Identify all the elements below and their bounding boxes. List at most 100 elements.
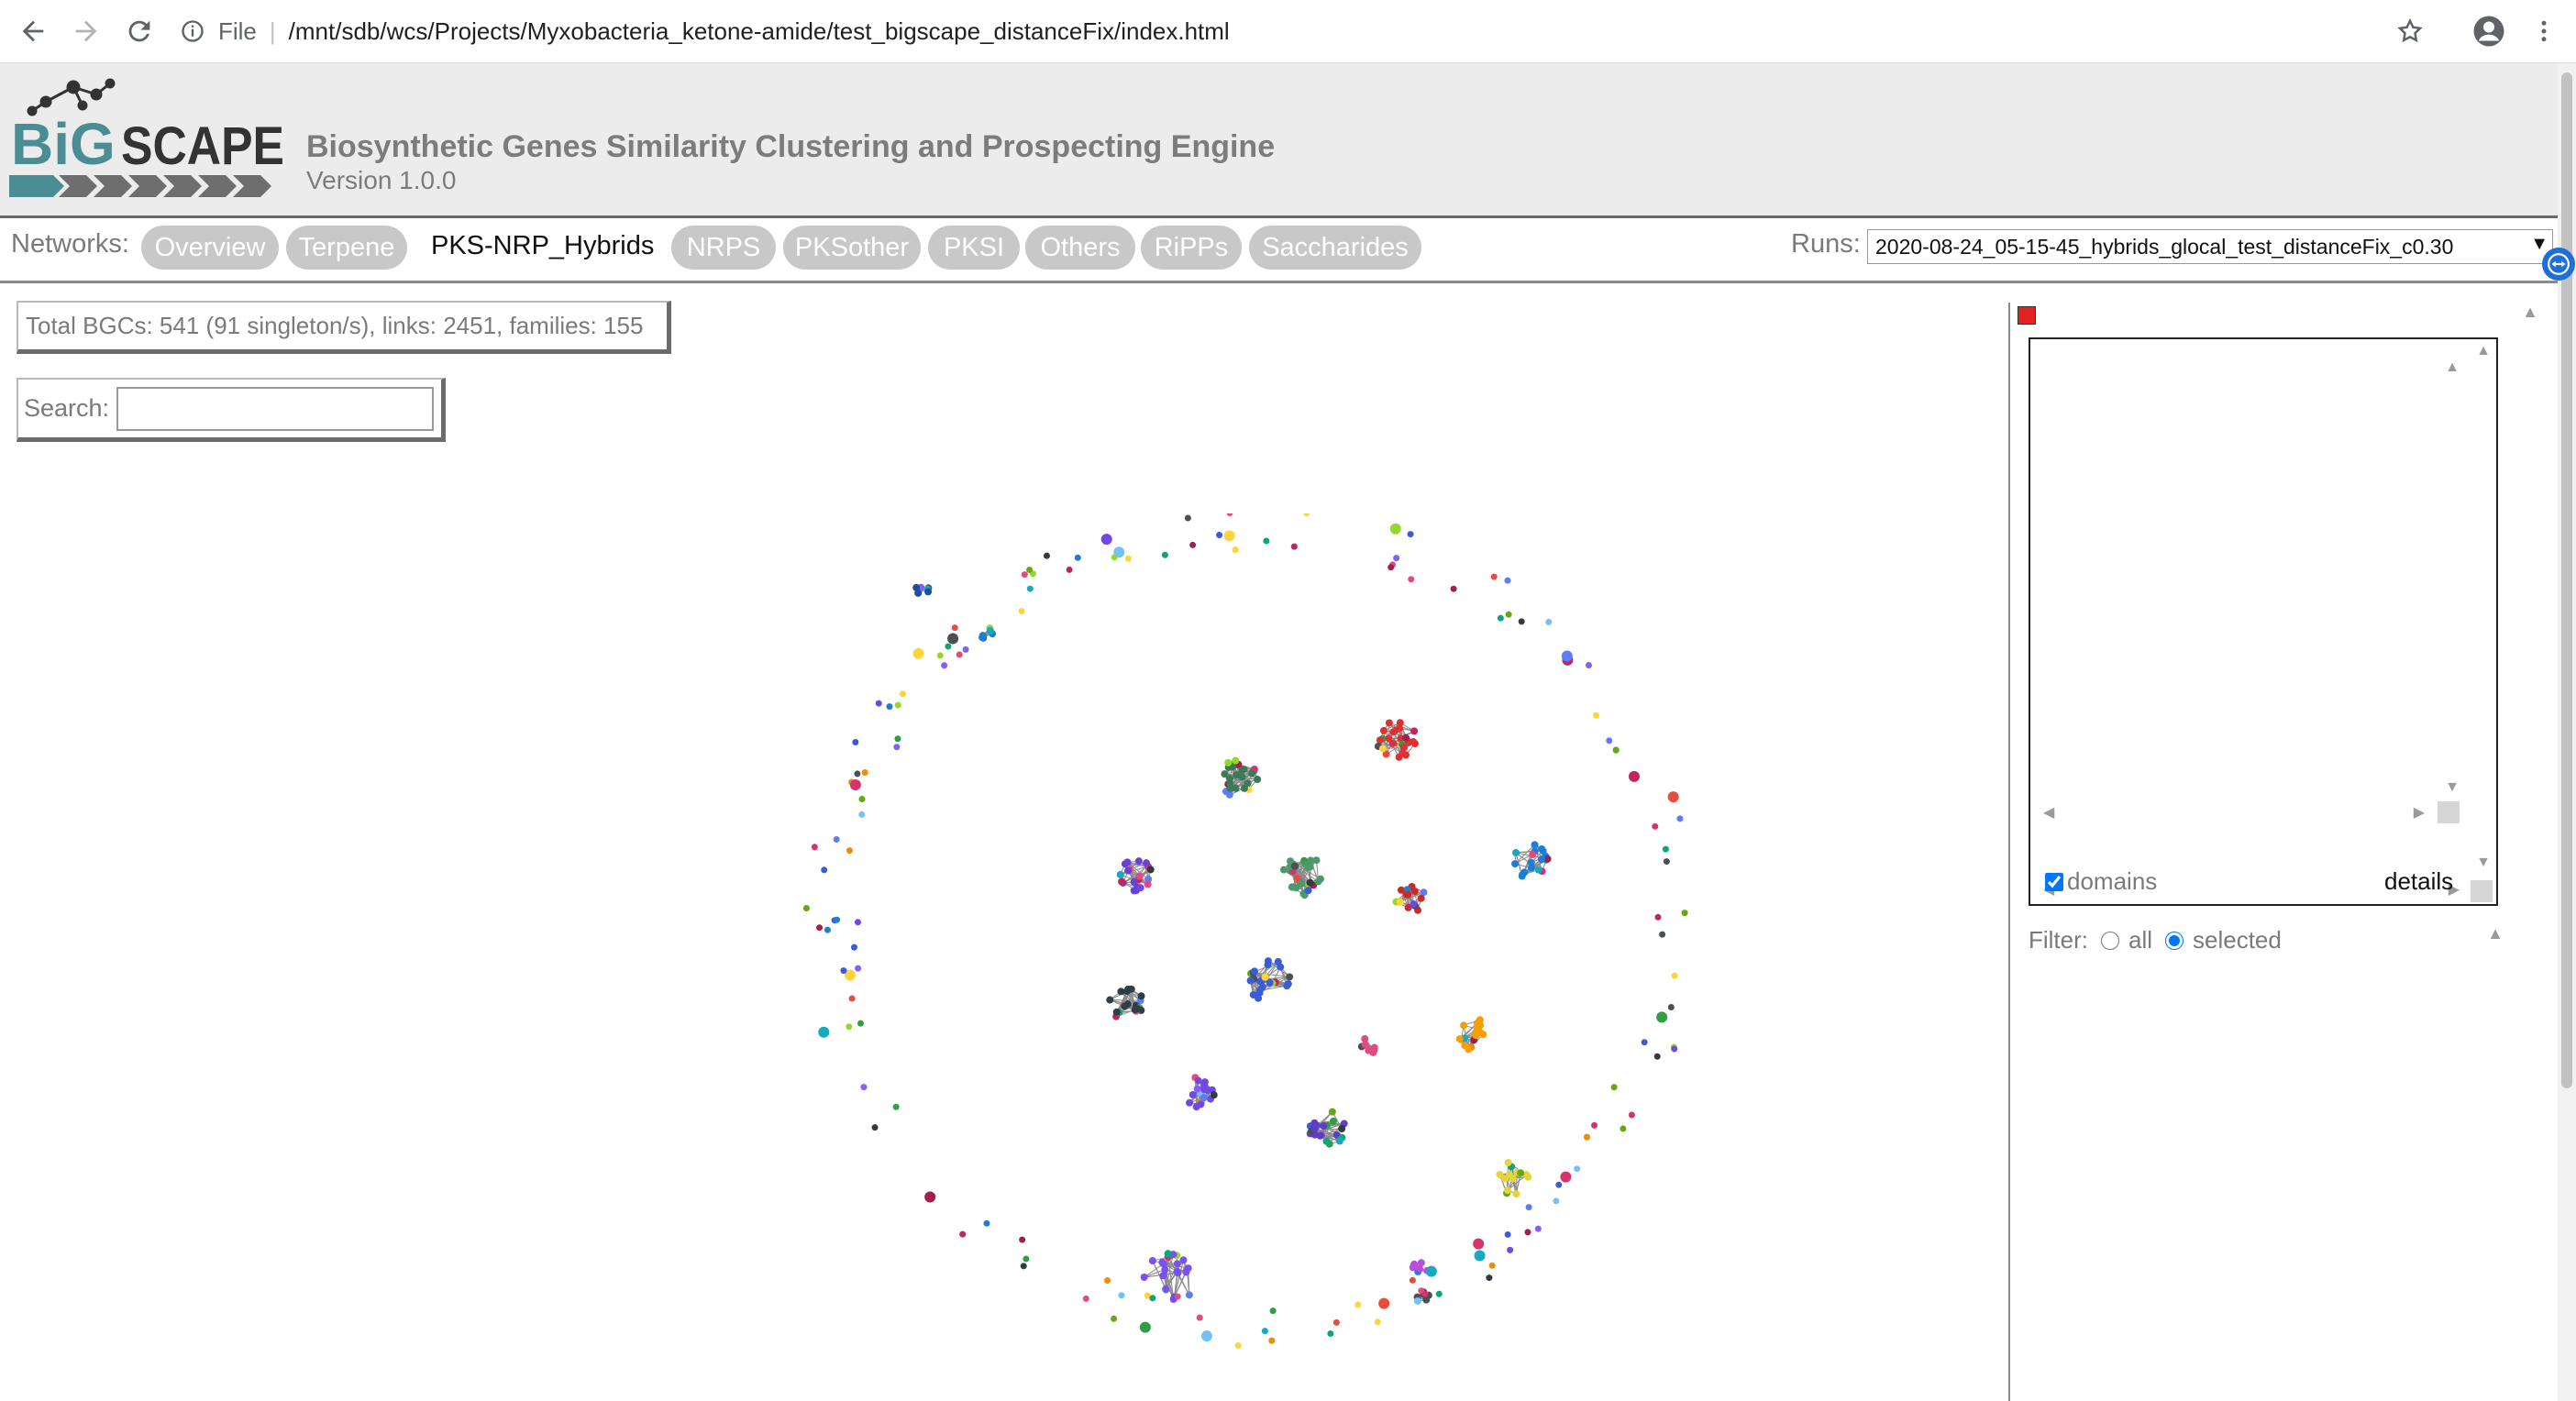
network-node[interactable] (1026, 566, 1034, 573)
network-node[interactable] (1425, 1265, 1437, 1277)
network-node[interactable] (936, 652, 944, 659)
network-node[interactable] (1421, 1290, 1429, 1297)
network-node[interactable] (1082, 1295, 1089, 1302)
network-node[interactable] (1124, 555, 1132, 562)
network-node[interactable] (947, 633, 959, 645)
network-node[interactable] (893, 744, 901, 751)
network-node[interactable] (1488, 1262, 1496, 1269)
network-node[interactable] (1021, 571, 1028, 579)
network-node[interactable] (1226, 513, 1233, 517)
network-node[interactable] (1261, 1328, 1268, 1335)
network-node[interactable] (1505, 611, 1512, 618)
network-cluster[interactable] (1106, 985, 1145, 1020)
network-node[interactable] (857, 1020, 864, 1027)
network-node[interactable] (1043, 552, 1050, 559)
network-node[interactable] (861, 769, 868, 777)
network-node[interactable] (1389, 523, 1401, 535)
network-cluster[interactable] (1221, 756, 1262, 799)
network-cluster[interactable] (978, 624, 997, 642)
tab-ripps[interactable]: RiPPs (1141, 226, 1242, 270)
network-node[interactable] (1681, 910, 1688, 917)
network-node[interactable] (1545, 618, 1553, 625)
network-node[interactable] (1620, 1125, 1627, 1132)
network-node[interactable] (1149, 1295, 1156, 1302)
scroll-up-icon[interactable]: ▲ (2522, 303, 2538, 322)
network-node[interactable] (959, 1230, 967, 1238)
network-node[interactable] (1659, 931, 1666, 938)
network-node[interactable] (850, 943, 857, 951)
network-node[interactable] (1374, 1318, 1381, 1326)
network-node[interactable] (1263, 537, 1270, 545)
network-cluster[interactable] (1455, 1016, 1487, 1054)
network-node[interactable] (1653, 1053, 1661, 1060)
network-node[interactable] (1268, 1337, 1276, 1344)
network-node[interactable] (1524, 1229, 1531, 1236)
filter-selected-radio[interactable] (2165, 931, 2184, 950)
network-node[interactable] (956, 651, 963, 658)
network-node[interactable] (1200, 1330, 1212, 1342)
network-node[interactable] (1019, 1236, 1026, 1243)
tab-overview[interactable]: Overview (141, 226, 279, 270)
network-node[interactable] (824, 926, 831, 933)
network-node[interactable] (1111, 554, 1118, 561)
network-node[interactable] (1196, 1314, 1203, 1321)
filter-all-radio[interactable] (2101, 931, 2119, 950)
network-node[interactable] (1023, 1255, 1030, 1263)
bgc-viewer[interactable]: ▲ ▲ ▼ ◀ ▶ ▼ ◀ ▶ domains details (2029, 337, 2498, 906)
domains-toggle[interactable]: domains (2045, 867, 2157, 896)
network-node[interactable] (1184, 514, 1191, 522)
network-node[interactable] (1525, 1204, 1532, 1211)
network-node[interactable] (849, 779, 861, 791)
network-node[interactable] (1111, 1315, 1118, 1322)
network-node[interactable] (1104, 1276, 1111, 1284)
network-cluster[interactable] (1374, 719, 1419, 761)
tab-saccharides[interactable]: Saccharides (1249, 226, 1421, 270)
tab-others[interactable]: Others (1025, 226, 1135, 270)
tab-pks-nrp-hybrids[interactable]: PKS-NRP_Hybrids (431, 231, 654, 261)
network-node[interactable] (1656, 1011, 1668, 1023)
network-node[interactable] (962, 645, 969, 653)
network-node[interactable] (1026, 585, 1034, 592)
network-node[interactable] (1641, 1039, 1648, 1046)
address-bar[interactable]: File | /mnt/sdb/wcs/Projects/Myxobacteri… (180, 9, 2347, 53)
network-node[interactable] (834, 916, 841, 923)
network-canvas[interactable] (0, 513, 1999, 1401)
network-node[interactable] (1174, 1293, 1181, 1300)
network-node[interactable] (1518, 618, 1525, 625)
network-node[interactable] (1667, 791, 1679, 803)
tab-pksi[interactable]: PKSI (928, 226, 1020, 270)
network-node[interactable] (1560, 1171, 1572, 1183)
network-node[interactable] (1507, 1246, 1514, 1253)
network-cluster[interactable] (1279, 856, 1325, 899)
network-node[interactable] (1074, 554, 1081, 561)
network-node[interactable] (854, 919, 861, 926)
network-node[interactable] (899, 690, 906, 698)
network-node[interactable] (1407, 531, 1414, 538)
network-node[interactable] (1612, 746, 1620, 754)
network-node[interactable] (1610, 1084, 1618, 1091)
network-cluster[interactable] (1246, 957, 1294, 1002)
network-node[interactable] (871, 1124, 879, 1131)
network-cluster[interactable] (912, 583, 933, 597)
network-node[interactable] (1561, 650, 1573, 662)
network-node[interactable] (848, 995, 856, 1002)
scroll-up-icon[interactable]: ▲ (2476, 343, 2491, 359)
network-node[interactable] (1354, 1301, 1362, 1308)
scroll-left-icon[interactable]: ◀ (2043, 803, 2054, 822)
network-node[interactable] (1216, 532, 1223, 539)
details-link[interactable]: details (2384, 867, 2453, 896)
remote-session-icon[interactable] (2542, 248, 2575, 281)
network-node[interactable] (983, 1219, 990, 1227)
account-icon[interactable] (2467, 9, 2511, 53)
network-node[interactable] (840, 967, 847, 975)
network-node[interactable] (802, 904, 810, 911)
network-node[interactable] (894, 735, 901, 743)
network-node[interactable] (1663, 858, 1670, 866)
network-node[interactable] (1628, 1111, 1635, 1119)
domains-checkbox[interactable] (2045, 872, 2063, 891)
tab-terpene[interactable]: Terpene (286, 226, 407, 270)
network-node[interactable] (1486, 1274, 1493, 1282)
network-node[interactable] (1574, 1165, 1581, 1173)
tab-nrps[interactable]: NRPS (671, 226, 776, 270)
tab-pksother[interactable]: PKSother (783, 226, 921, 270)
